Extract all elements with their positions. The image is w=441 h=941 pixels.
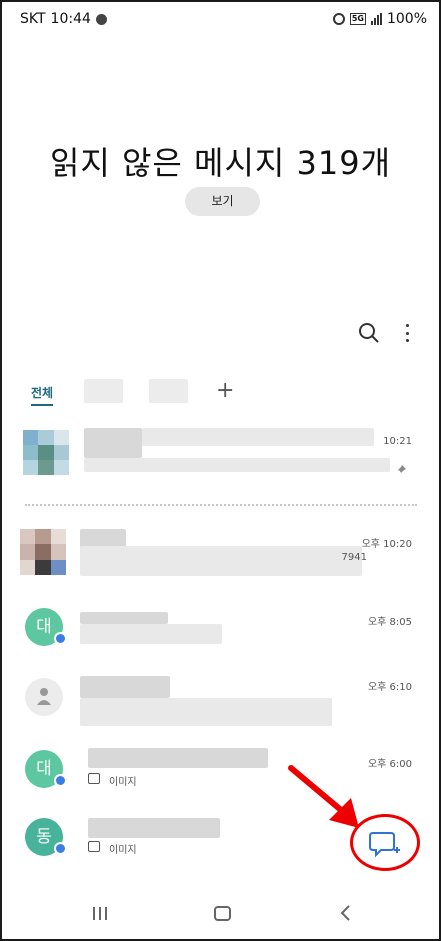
tab-category[interactable] — [84, 379, 123, 403]
pin-icon — [396, 465, 406, 475]
search-icon[interactable] — [358, 322, 380, 344]
message-preview-fragment: 7941 — [341, 552, 367, 563]
notification-dot-icon — [95, 13, 107, 25]
chat-badge-icon — [54, 774, 67, 787]
message-time: 오후 6:10 — [367, 682, 412, 693]
chat-badge-icon — [54, 632, 67, 645]
home-icon[interactable] — [214, 906, 231, 921]
chat-badge-icon — [54, 842, 67, 855]
more-options-icon[interactable] — [397, 322, 417, 344]
signal-icon — [370, 13, 382, 25]
person-icon — [37, 688, 51, 705]
avatar — [25, 678, 63, 716]
attachment-label: 이미지 — [109, 845, 137, 856]
back-icon[interactable] — [339, 903, 353, 923]
annotation-arrow — [288, 765, 359, 828]
navigation-bar — [2, 887, 439, 939]
image-icon — [88, 773, 100, 784]
alarm-icon — [332, 13, 345, 25]
attachment-label: 이미지 — [109, 777, 137, 788]
message-time: 10:21 — [383, 436, 412, 447]
group-avatar — [23, 430, 69, 475]
image-icon — [88, 841, 100, 852]
conversation-item[interactable]: 대 이미지 오후 6:00 — [2, 744, 439, 804]
new-chat-icon[interactable] — [367, 829, 401, 859]
network-type-icon: 5G — [349, 13, 366, 25]
recent-apps-icon[interactable] — [93, 907, 107, 920]
status-bar: SKT 10:44 5G 100% — [2, 2, 439, 38]
add-category-button[interactable]: + — [216, 379, 234, 403]
message-time: 오후 8:05 — [367, 617, 412, 628]
message-time: 오후 10:20 — [361, 539, 412, 550]
view-unread-button[interactable]: 보기 — [185, 187, 260, 216]
battery-level: 100% — [386, 11, 427, 27]
messages-screen: SKT 10:44 5G 100% 읽지 않은 메시지 319개 보기 전체 + — [0, 0, 441, 941]
unread-count-title: 읽지 않은 메시지 319개 — [49, 144, 392, 182]
tab-all[interactable]: 전체 — [31, 384, 54, 406]
tab-category[interactable] — [149, 379, 188, 403]
clock: 10:44 — [50, 11, 91, 27]
pinned-divider — [25, 504, 417, 506]
carrier-label: SKT — [20, 11, 46, 27]
group-avatar — [20, 529, 66, 575]
conversation-item[interactable]: 오후 10:20 7941 — [2, 524, 439, 586]
message-time: 오후 6:00 — [367, 759, 412, 770]
conversation-item[interactable]: 대 오후 8:05 — [2, 602, 439, 662]
conversation-item[interactable]: 10:21 — [2, 422, 439, 492]
conversation-item[interactable]: 오후 6:10 — [2, 672, 439, 732]
